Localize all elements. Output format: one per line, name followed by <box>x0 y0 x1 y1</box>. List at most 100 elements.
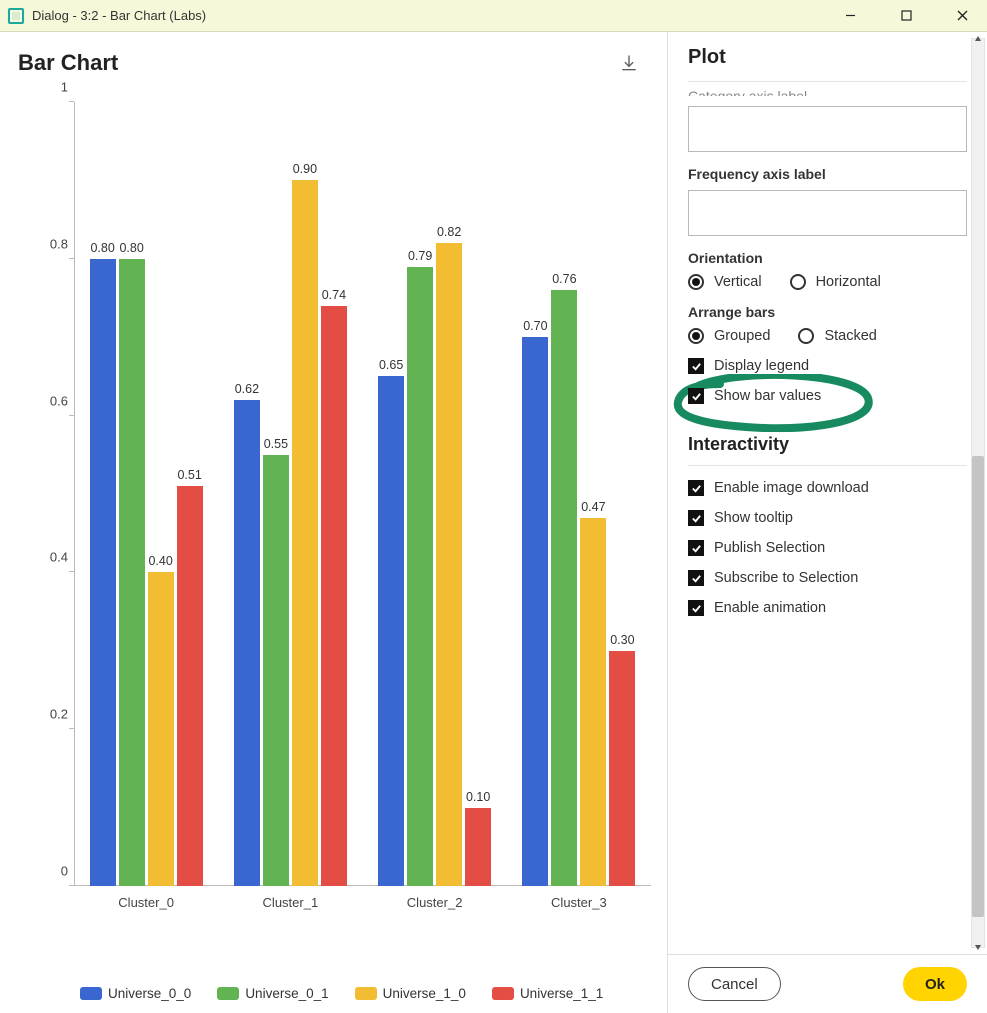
checkbox-label: Show tooltip <box>714 510 793 526</box>
arrange-radio-grouped[interactable]: Grouped <box>688 328 770 344</box>
legend-label: Universe_1_0 <box>383 986 466 1001</box>
radio-label: Vertical <box>714 274 762 290</box>
bar[interactable]: 0.70 <box>522 337 548 886</box>
legend-item[interactable]: Universe_1_1 <box>492 986 603 1001</box>
bar[interactable]: 0.47 <box>580 518 606 886</box>
scrollbar-down-button[interactable] <box>971 940 985 954</box>
category-axis-label-caption: Category axis label <box>688 88 967 96</box>
legend-swatch <box>492 987 514 1000</box>
settings-panel: Plot Category axis label Frequency axis … <box>667 32 987 1013</box>
interactivity-checkbox[interactable]: Enable image download <box>688 480 967 496</box>
legend-item[interactable]: Universe_0_1 <box>217 986 328 1001</box>
bar[interactable]: 0.80 <box>90 259 116 886</box>
category-label: Cluster_1 <box>218 895 362 910</box>
display-legend-checkbox[interactable]: Display legend <box>688 358 967 374</box>
legend-label: Universe_0_0 <box>108 986 191 1001</box>
interactivity-heading: Interactivity <box>688 434 967 466</box>
y-tick-label: 0.4 <box>28 550 68 565</box>
bar[interactable]: 0.90 <box>292 180 318 886</box>
chart-legend: Universe_0_0 Universe_0_1 Universe_1_0 Univ… <box>18 976 659 1001</box>
orientation-radio-horizontal[interactable]: Horizontal <box>790 274 881 290</box>
bar[interactable]: 0.55 <box>263 455 289 886</box>
bar-group: 0.800.800.400.51Cluster_0 <box>74 102 218 886</box>
bar-value-label: 0.40 <box>148 554 172 568</box>
display-legend-label: Display legend <box>714 358 809 374</box>
bar[interactable]: 0.82 <box>436 243 462 886</box>
cancel-button[interactable]: Cancel <box>688 967 781 1001</box>
checkbox-icon <box>688 570 704 586</box>
bar[interactable]: 0.65 <box>378 376 404 886</box>
radio-label: Horizontal <box>816 274 881 290</box>
app-icon <box>8 8 24 24</box>
y-tick-label: 0.2 <box>28 707 68 722</box>
bar-value-label: 0.80 <box>119 241 143 255</box>
checkbox-icon <box>688 358 704 374</box>
download-icon[interactable] <box>619 53 639 73</box>
bar-value-label: 0.90 <box>293 162 317 176</box>
frequency-axis-label-caption: Frequency axis label <box>688 166 967 182</box>
bar-value-label: 0.80 <box>90 241 114 255</box>
bar[interactable]: 0.40 <box>148 572 174 886</box>
bar-value-label: 0.79 <box>408 249 432 263</box>
checkbox-label: Subscribe to Selection <box>714 570 858 586</box>
legend-label: Universe_0_1 <box>245 986 328 1001</box>
legend-item[interactable]: Universe_0_0 <box>80 986 191 1001</box>
chart-panel: Bar Chart 0.800.800.400.51Cluster_00.620… <box>0 32 667 1013</box>
orientation-label: Orientation <box>688 250 967 266</box>
bar-value-label: 0.62 <box>235 382 259 396</box>
radio-icon <box>790 274 806 290</box>
bar-value-label: 0.10 <box>466 790 490 804</box>
interactivity-checkbox[interactable]: Enable animation <box>688 600 967 616</box>
radio-icon <box>798 328 814 344</box>
checkbox-icon <box>688 510 704 526</box>
checkbox-label: Enable animation <box>714 600 826 616</box>
scrollbar-up-button[interactable] <box>971 32 985 46</box>
category-label: Cluster_3 <box>507 895 651 910</box>
window-titlebar: Dialog - 3:2 - Bar Chart (Labs) <box>0 0 987 32</box>
legend-label: Universe_1_1 <box>520 986 603 1001</box>
bar[interactable]: 0.80 <box>119 259 145 886</box>
radio-label: Grouped <box>714 328 770 344</box>
bar[interactable]: 0.51 <box>177 486 203 886</box>
bar-group: 0.620.550.900.74Cluster_1 <box>218 102 362 886</box>
bar[interactable]: 0.74 <box>321 306 347 886</box>
chart-plot-area: 0.800.800.400.51Cluster_00.620.550.900.7… <box>18 94 659 976</box>
checkbox-icon <box>688 388 704 404</box>
category-label: Cluster_0 <box>74 895 218 910</box>
legend-item[interactable]: Universe_1_0 <box>355 986 466 1001</box>
arrange-radio-stacked[interactable]: Stacked <box>798 328 876 344</box>
bar-group: 0.700.760.470.30Cluster_3 <box>507 102 651 886</box>
radio-icon <box>688 328 704 344</box>
scrollbar-thumb[interactable] <box>972 456 984 917</box>
arrange-label: Arrange bars <box>688 304 967 320</box>
bar-value-label: 0.76 <box>552 272 576 286</box>
bar[interactable]: 0.76 <box>551 290 577 886</box>
interactivity-checkbox[interactable]: Show tooltip <box>688 510 967 526</box>
window-minimize-button[interactable] <box>833 5 867 27</box>
legend-swatch <box>80 987 102 1000</box>
orientation-radio-vertical[interactable]: Vertical <box>688 274 762 290</box>
frequency-axis-label-input[interactable] <box>688 190 967 236</box>
radio-icon <box>688 274 704 290</box>
window-close-button[interactable] <box>945 5 979 27</box>
legend-swatch <box>217 987 239 1000</box>
bar[interactable]: 0.10 <box>465 808 491 886</box>
show-bar-values-checkbox[interactable]: Show bar values <box>688 388 967 404</box>
ok-button[interactable]: Ok <box>903 967 967 1001</box>
bar[interactable]: 0.79 <box>407 267 433 886</box>
window-maximize-button[interactable] <box>889 5 923 27</box>
bar[interactable]: 0.62 <box>234 400 260 886</box>
checkbox-icon <box>688 480 704 496</box>
bar-value-label: 0.70 <box>523 319 547 333</box>
interactivity-checkbox[interactable]: Publish Selection <box>688 540 967 556</box>
interactivity-checkbox[interactable]: Subscribe to Selection <box>688 570 967 586</box>
bar-value-label: 0.82 <box>437 225 461 239</box>
bar-value-label: 0.30 <box>610 633 634 647</box>
category-label: Cluster_2 <box>363 895 507 910</box>
window-title: Dialog - 3:2 - Bar Chart (Labs) <box>32 8 833 23</box>
y-tick-label: 0.8 <box>28 236 68 251</box>
radio-label: Stacked <box>824 328 876 344</box>
bar[interactable]: 0.30 <box>609 651 635 886</box>
bar-value-label: 0.55 <box>264 437 288 451</box>
category-axis-label-input[interactable] <box>688 106 967 152</box>
